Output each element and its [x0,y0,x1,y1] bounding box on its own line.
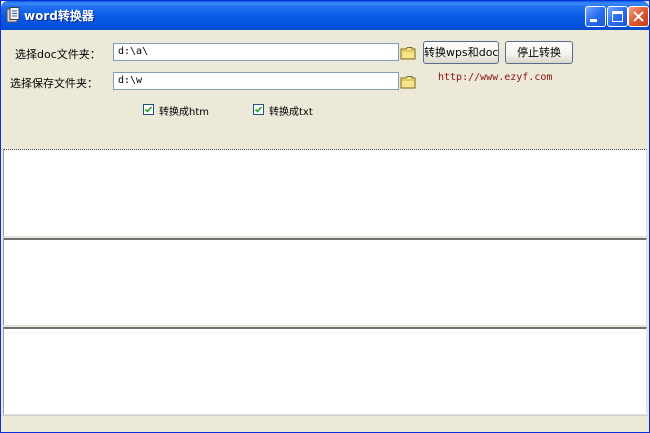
txt-checkbox-label[interactable]: 转换成txt [269,103,313,118]
minimize-icon [590,19,597,22]
close-button[interactable] [628,6,649,27]
txt-checkbox[interactable] [253,104,264,115]
status-bar [1,415,649,432]
maximize-button[interactable] [607,6,628,27]
doc-folder-label: 选择doc文件夹： [15,48,101,61]
title-bar[interactable]: word转换器 [1,1,649,30]
checkmark-icon [254,106,263,113]
convert-button[interactable]: 转换wps和doc [423,41,499,64]
save-folder-input[interactable]: d:\w [113,72,399,90]
close-icon [633,11,644,22]
stop-button[interactable]: 停止转换 [505,41,573,64]
doc-folder-browse-icon[interactable] [400,45,416,60]
doc-folder-input[interactable]: d:\a\ [113,43,399,61]
save-folder-browse-icon[interactable] [400,74,416,89]
app-icon [6,7,21,23]
htm-checkbox-label[interactable]: 转换成htm [159,103,209,118]
log-pane-2[interactable] [3,238,647,326]
save-folder-label: 选择保存文件夹： [10,77,98,90]
website-link[interactable]: http://www.ezyf.com [438,72,552,83]
log-pane-3[interactable] [3,327,647,415]
log-pane-1[interactable] [3,149,647,237]
window-title: word转换器 [24,9,94,23]
htm-checkbox[interactable] [143,104,154,115]
minimize-button[interactable] [585,6,606,27]
checkmark-icon [144,106,153,113]
maximize-icon [612,11,623,22]
app-window: word转换器 选择doc文件夹： d:\a\ 转换wps和doc 停止转换 选… [0,0,650,433]
